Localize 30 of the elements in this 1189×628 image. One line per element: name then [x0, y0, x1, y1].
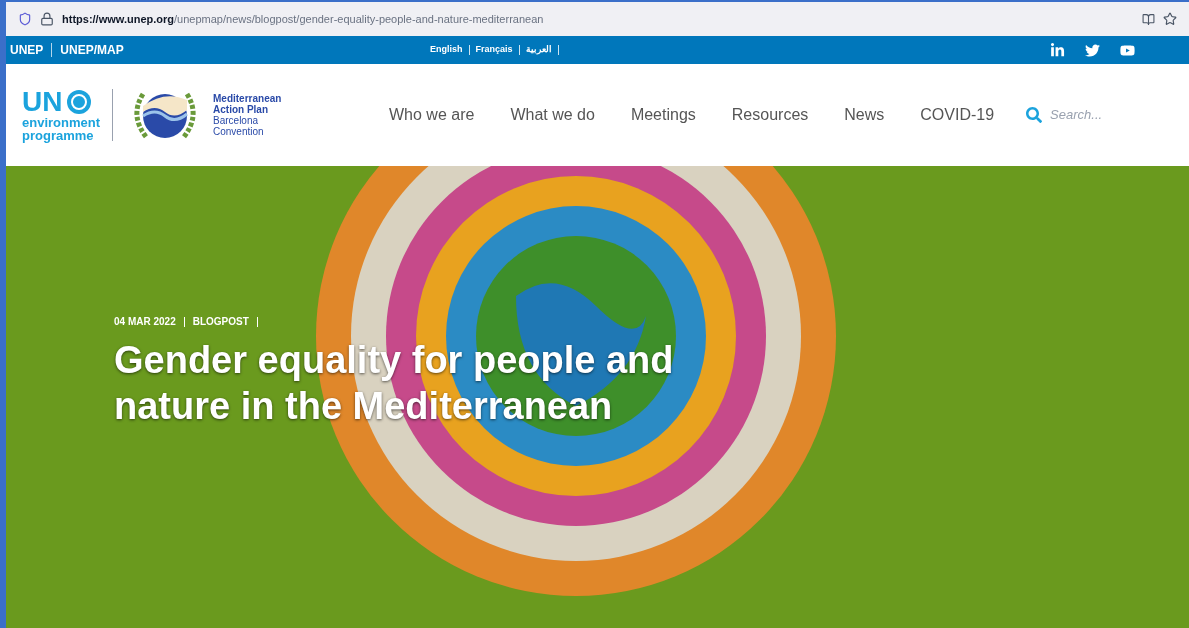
top-link[interactable]: UNEP — [10, 41, 44, 59]
bookmark-star-icon[interactable] — [1163, 12, 1177, 26]
nav-link[interactable]: COVID-19 — [920, 103, 995, 127]
nav-link[interactable]: Meetings — [630, 103, 696, 127]
map-title: Mediterranean — [213, 93, 283, 104]
language-link[interactable]: English — [430, 43, 463, 57]
map-subtitle: Convention — [213, 126, 265, 137]
twitter-icon[interactable] — [1085, 42, 1100, 58]
logo-subtitle: environment — [22, 116, 100, 129]
language-link[interactable]: Français — [475, 43, 513, 57]
post-date: 04 MAR 2022 — [114, 315, 176, 329]
nav-link[interactable]: News — [844, 103, 885, 127]
post-category: BLOGPOST — [192, 315, 249, 329]
linkedin-icon[interactable] — [1050, 42, 1065, 58]
shield-icon — [18, 12, 32, 26]
search-icon[interactable] — [1026, 107, 1043, 123]
search-field[interactable]: Search... — [1050, 105, 1121, 125]
nav-link[interactable]: What we do — [510, 103, 595, 127]
un-logo-text: UN — [22, 88, 63, 116]
url-field[interactable]: https://www.unep.org/unepmap/news/blogpost/gender-equality-people-and-nature-mediterranean — [62, 10, 544, 28]
language-link[interactable]: العربية — [525, 43, 552, 57]
logo-subtitle: programme — [22, 129, 95, 142]
globe-emblem-icon — [66, 89, 93, 115]
map-subtitle: Barcelona — [213, 115, 260, 126]
lock-icon — [40, 12, 54, 26]
top-link[interactable]: UNEP/MAP — [60, 41, 124, 59]
nav-link[interactable]: Resources — [731, 103, 809, 127]
nav-link[interactable]: Who we are — [389, 103, 475, 127]
map-title: Action Plan — [213, 104, 270, 115]
reader-icon[interactable] — [1142, 12, 1155, 26]
